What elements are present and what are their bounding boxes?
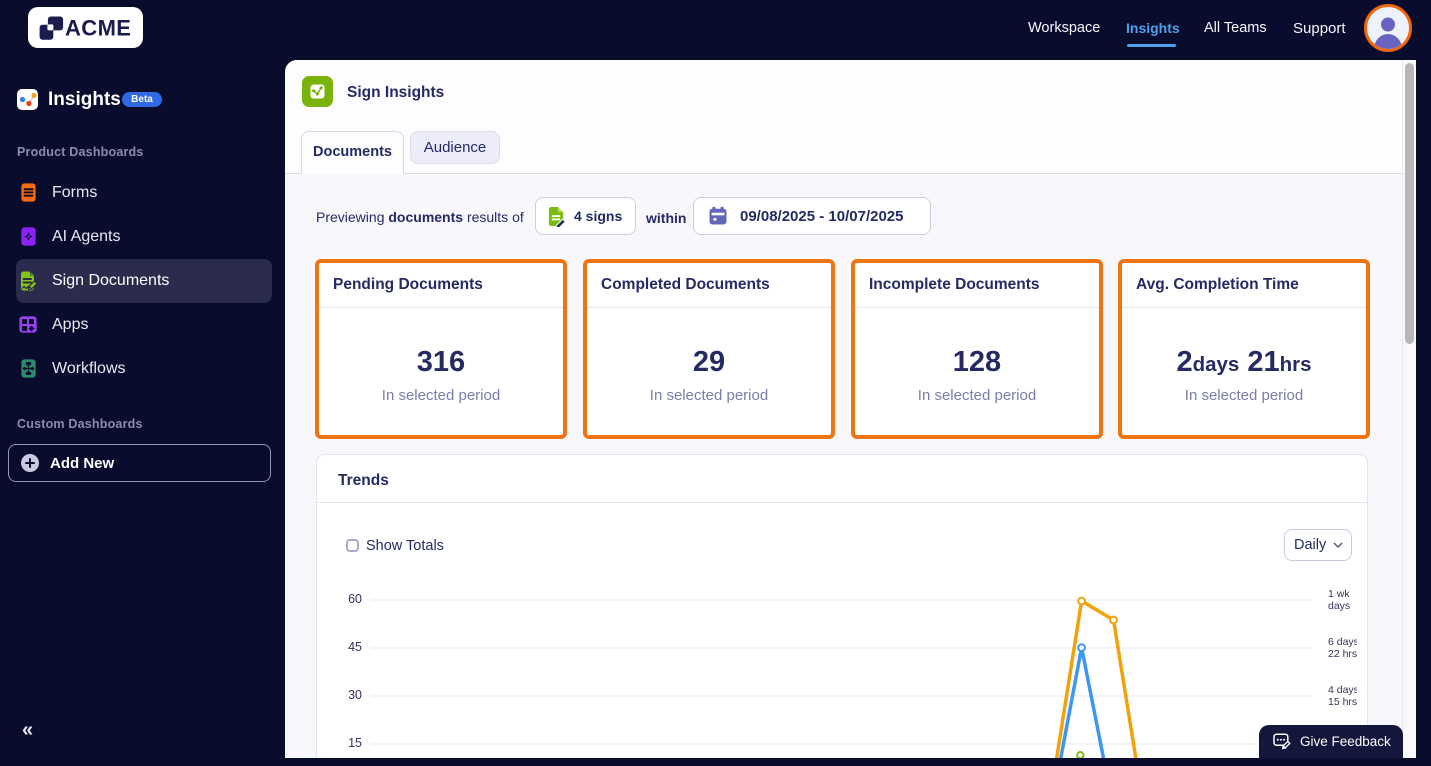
svg-text:ACME: ACME bbox=[65, 16, 131, 41]
